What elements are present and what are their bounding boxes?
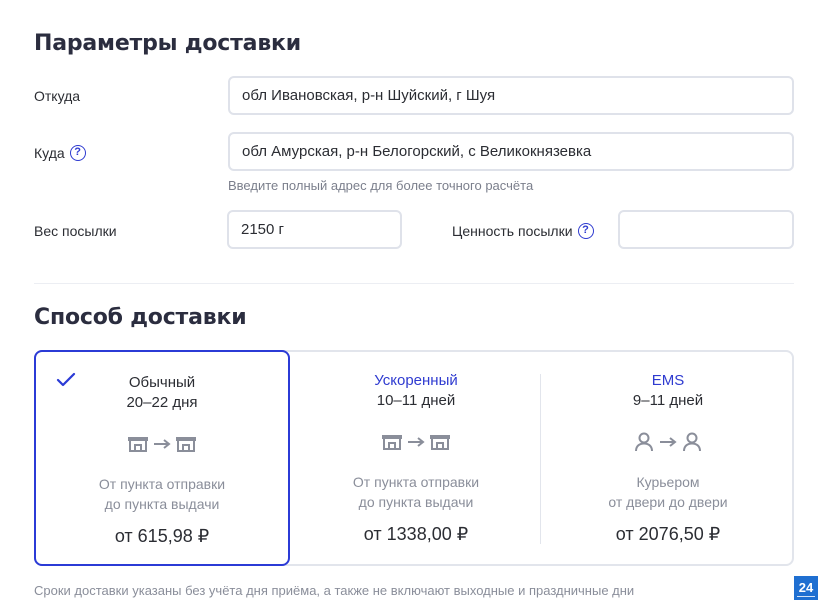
delivery-option-express[interactable]: Ускоренный 10–11 дней От пункта отправки… <box>290 350 542 566</box>
option-name: Ускоренный <box>374 372 458 389</box>
person-icon <box>683 432 701 452</box>
arrow-right-icon <box>154 439 171 449</box>
option-price: от 615,98 ₽ <box>114 526 210 546</box>
post-office-icon <box>176 437 196 452</box>
option-days: 20–22 дня <box>126 394 198 411</box>
post-office-icon <box>128 437 148 452</box>
option-price: от 2076,50 ₽ <box>615 524 721 544</box>
option-days: 10–11 дней <box>376 392 456 409</box>
to-address-input[interactable]: обл Амурская, р-н Белогорский, с Великок… <box>228 132 794 171</box>
weight-input[interactable]: 2150 г <box>227 210 402 249</box>
corner-badge: 24 <box>794 576 818 600</box>
option-desc-line2: до пункта выдачи <box>358 494 474 510</box>
weight-label: Вес посылки <box>34 223 117 239</box>
address-hint: Введите полный адрес для более точного р… <box>228 178 534 193</box>
value-label: Ценность посылки <box>452 223 573 239</box>
delivery-option-ems[interactable]: EMS 9–11 дней Курьером от двери до двери… <box>542 350 794 566</box>
option-desc-line1: От пункта отправки <box>352 474 480 490</box>
option-days: 9–11 дней <box>632 392 704 409</box>
delivery-option-regular[interactable]: Обычный 20–22 дня От пункта отправки до … <box>34 350 290 566</box>
delivery-method-title: Способ доставки <box>34 305 247 330</box>
declared-value-input[interactable] <box>618 210 794 249</box>
from-address-input[interactable]: обл Ивановская, р-н Шуйский, г Шуя <box>228 76 794 115</box>
option-desc-line2: до пункта выдачи <box>104 496 220 512</box>
option-separator <box>540 374 541 544</box>
weight-value: 2150 г <box>241 221 285 238</box>
person-icon <box>635 432 653 452</box>
option-desc-line1: Курьером <box>636 474 700 490</box>
from-address-value: обл Ивановская, р-н Шуйский, г Шуя <box>242 87 496 104</box>
to-label: Куда <box>34 145 65 161</box>
section-divider <box>34 283 794 284</box>
from-label: Откуда <box>34 88 81 104</box>
post-office-icon <box>430 435 450 450</box>
option-name: EMS <box>651 372 685 389</box>
option-name: Обычный <box>128 374 196 391</box>
to-address-value: обл Амурская, р-н Белогорский, с Великок… <box>242 143 592 160</box>
delivery-options: Обычный 20–22 дня От пункта отправки до … <box>34 350 794 566</box>
arrow-right-icon <box>660 437 677 447</box>
option-price: от 1338,00 ₽ <box>363 524 469 544</box>
to-help-icon[interactable]: ? <box>69 145 86 162</box>
delivery-params-title: Параметры доставки <box>34 31 301 56</box>
option-desc-line2: от двери до двери <box>608 494 728 510</box>
value-help-icon[interactable]: ? <box>577 223 594 240</box>
to-label-group: Куда? <box>34 145 86 162</box>
option-desc-line1: От пункта отправки <box>98 476 226 492</box>
value-label-group: Ценность посылки? <box>452 223 594 240</box>
arrow-right-icon <box>408 437 425 447</box>
delivery-footnote: Сроки доставки указаны без учёта дня при… <box>34 583 635 598</box>
post-office-icon <box>382 435 402 450</box>
